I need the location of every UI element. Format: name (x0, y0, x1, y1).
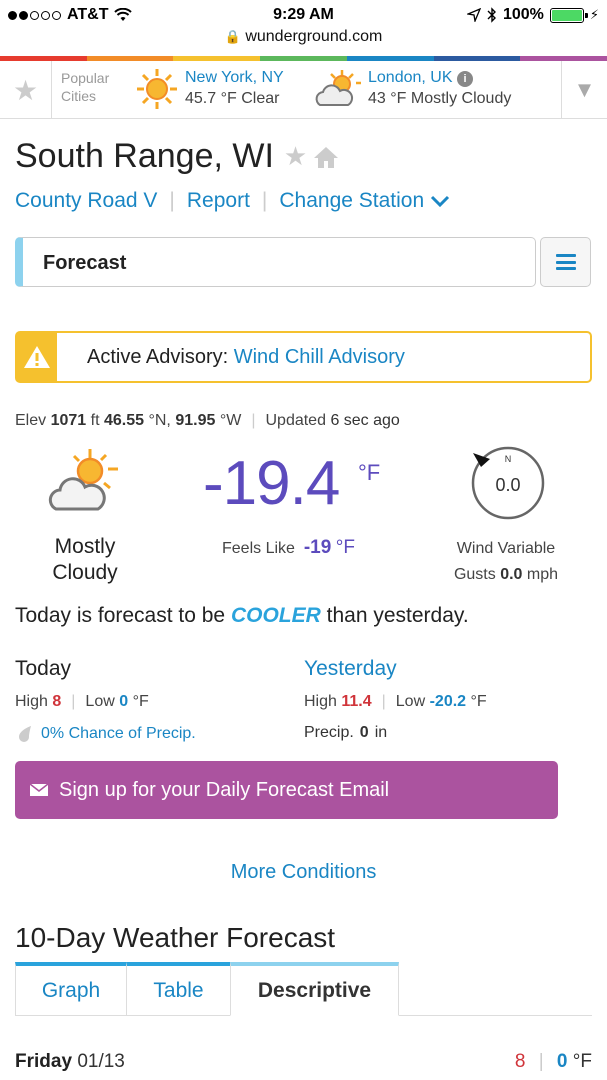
menu-button[interactable] (540, 237, 591, 287)
location-arrow-icon (466, 8, 481, 22)
envelope-icon (29, 783, 49, 796)
tab-graph[interactable]: Graph (15, 962, 127, 1016)
feels-like: Feels Like -19 °F (222, 537, 355, 558)
wind-info: Wind Variable Gusts 0.0 mph (453, 540, 559, 583)
tab-table[interactable]: Table (126, 962, 231, 1016)
report-link[interactable]: Report (187, 189, 250, 213)
bluetooth-icon (487, 7, 496, 23)
station-links: County Road V | Report | Change Station (15, 189, 450, 213)
expand-cities-caret-icon[interactable]: ▼ (561, 61, 607, 119)
favorite-star-icon[interactable]: ★ (284, 141, 307, 172)
status-right: 100% ⚡ (466, 6, 599, 24)
battery-percent: 100% (502, 6, 544, 23)
today-high-low: High 8 | Low 0 °F (15, 693, 149, 710)
page-title: South Range, WI (15, 137, 274, 175)
comparison-text: Today is forecast to be COOLER than yest… (15, 604, 469, 627)
wind-compass-icon: N 0.0 (471, 446, 545, 520)
more-conditions-link[interactable]: More Conditions (0, 861, 607, 884)
wind-speed: 0.0 (495, 475, 520, 495)
city-name: New York, NY (185, 69, 284, 86)
day-low: 0 (556, 1051, 568, 1072)
city-conditions: 45.7 °F Clear (185, 90, 280, 107)
temperature-unit: °F (358, 460, 381, 485)
wind-direction: N (505, 454, 512, 464)
charging-icon: ⚡ (589, 7, 599, 22)
tab-descriptive[interactable]: Descriptive (230, 962, 399, 1016)
forecast-tabs: Graph Table Descriptive (15, 962, 592, 1016)
popular-city-london[interactable]: London, UK i 43 °F Mostly Cloudy (314, 67, 511, 111)
yesterday-precip: Precip. 0 in (304, 724, 388, 741)
day-name: Friday (15, 1051, 73, 1072)
ten-day-heading: 10-Day Weather Forecast (15, 922, 336, 953)
status-bar: AT&T 9:29 AM 100% ⚡ 🔒 wunderground.com (0, 0, 607, 45)
mostly-cloudy-icon (48, 449, 118, 511)
yesterday-heading[interactable]: Yesterday (304, 657, 397, 681)
partly-cloudy-icon (315, 70, 361, 106)
city-name: London, UK i (368, 68, 511, 88)
url-text: wunderground.com (245, 28, 383, 45)
raindrop-icon (19, 726, 31, 742)
advisory-text: Active Advisory: Wind Chill Advisory (87, 345, 405, 368)
condition-label: Mostly Cloudy (52, 535, 118, 584)
today-heading: Today (15, 657, 72, 680)
forecast-view-select[interactable]: Forecast (15, 237, 536, 287)
day-high: 8 (514, 1051, 526, 1072)
day-unit: °F (572, 1051, 592, 1072)
advisory-link[interactable]: Wind Chill Advisory (234, 346, 405, 368)
city-conditions: 43 °F Mostly Cloudy (368, 90, 512, 107)
popular-cities-label: Popular Cities (61, 70, 110, 104)
sun-icon (137, 69, 177, 109)
battery-icon (549, 7, 588, 23)
info-icon[interactable]: i (456, 71, 473, 87)
url-bar[interactable]: 🔒 wunderground.com (0, 28, 607, 46)
day-date: 01/13 (77, 1051, 125, 1072)
station-name-link[interactable]: County Road V (15, 189, 157, 213)
daily-email-signup-button[interactable]: Sign up for your Daily Forecast Email (15, 761, 558, 819)
forecast-day-row[interactable]: Friday 01/13 8 | 0 °F (15, 1051, 592, 1073)
home-icon[interactable] (313, 145, 339, 169)
location-header: South Range, WI ★ (15, 137, 339, 176)
popular-cities-bar: ★ Popular Cities New York, NY 45.7 °F Cl… (0, 61, 607, 119)
active-advisory-banner[interactable]: Active Advisory: Wind Chill Advisory (15, 331, 592, 383)
today-precip-link[interactable]: 0% Chance of Precip. (15, 724, 196, 744)
current-temperature: -19.4 (203, 449, 340, 518)
station-meta: Elev 1071 ft 46.55 °N, 91.95 °W | Update… (15, 412, 400, 429)
favorites-star-icon[interactable]: ★ (0, 61, 52, 119)
warning-icon (17, 333, 57, 381)
popular-city-new-york[interactable]: New York, NY 45.7 °F Clear (135, 67, 284, 111)
hamburger-icon (555, 254, 576, 270)
yesterday-high-low: High 11.4 | Low -20.2 °F (304, 693, 487, 710)
chevron-down-icon (430, 195, 450, 208)
change-station-link[interactable]: Change Station (279, 189, 450, 213)
lock-icon: 🔒 (224, 29, 241, 44)
